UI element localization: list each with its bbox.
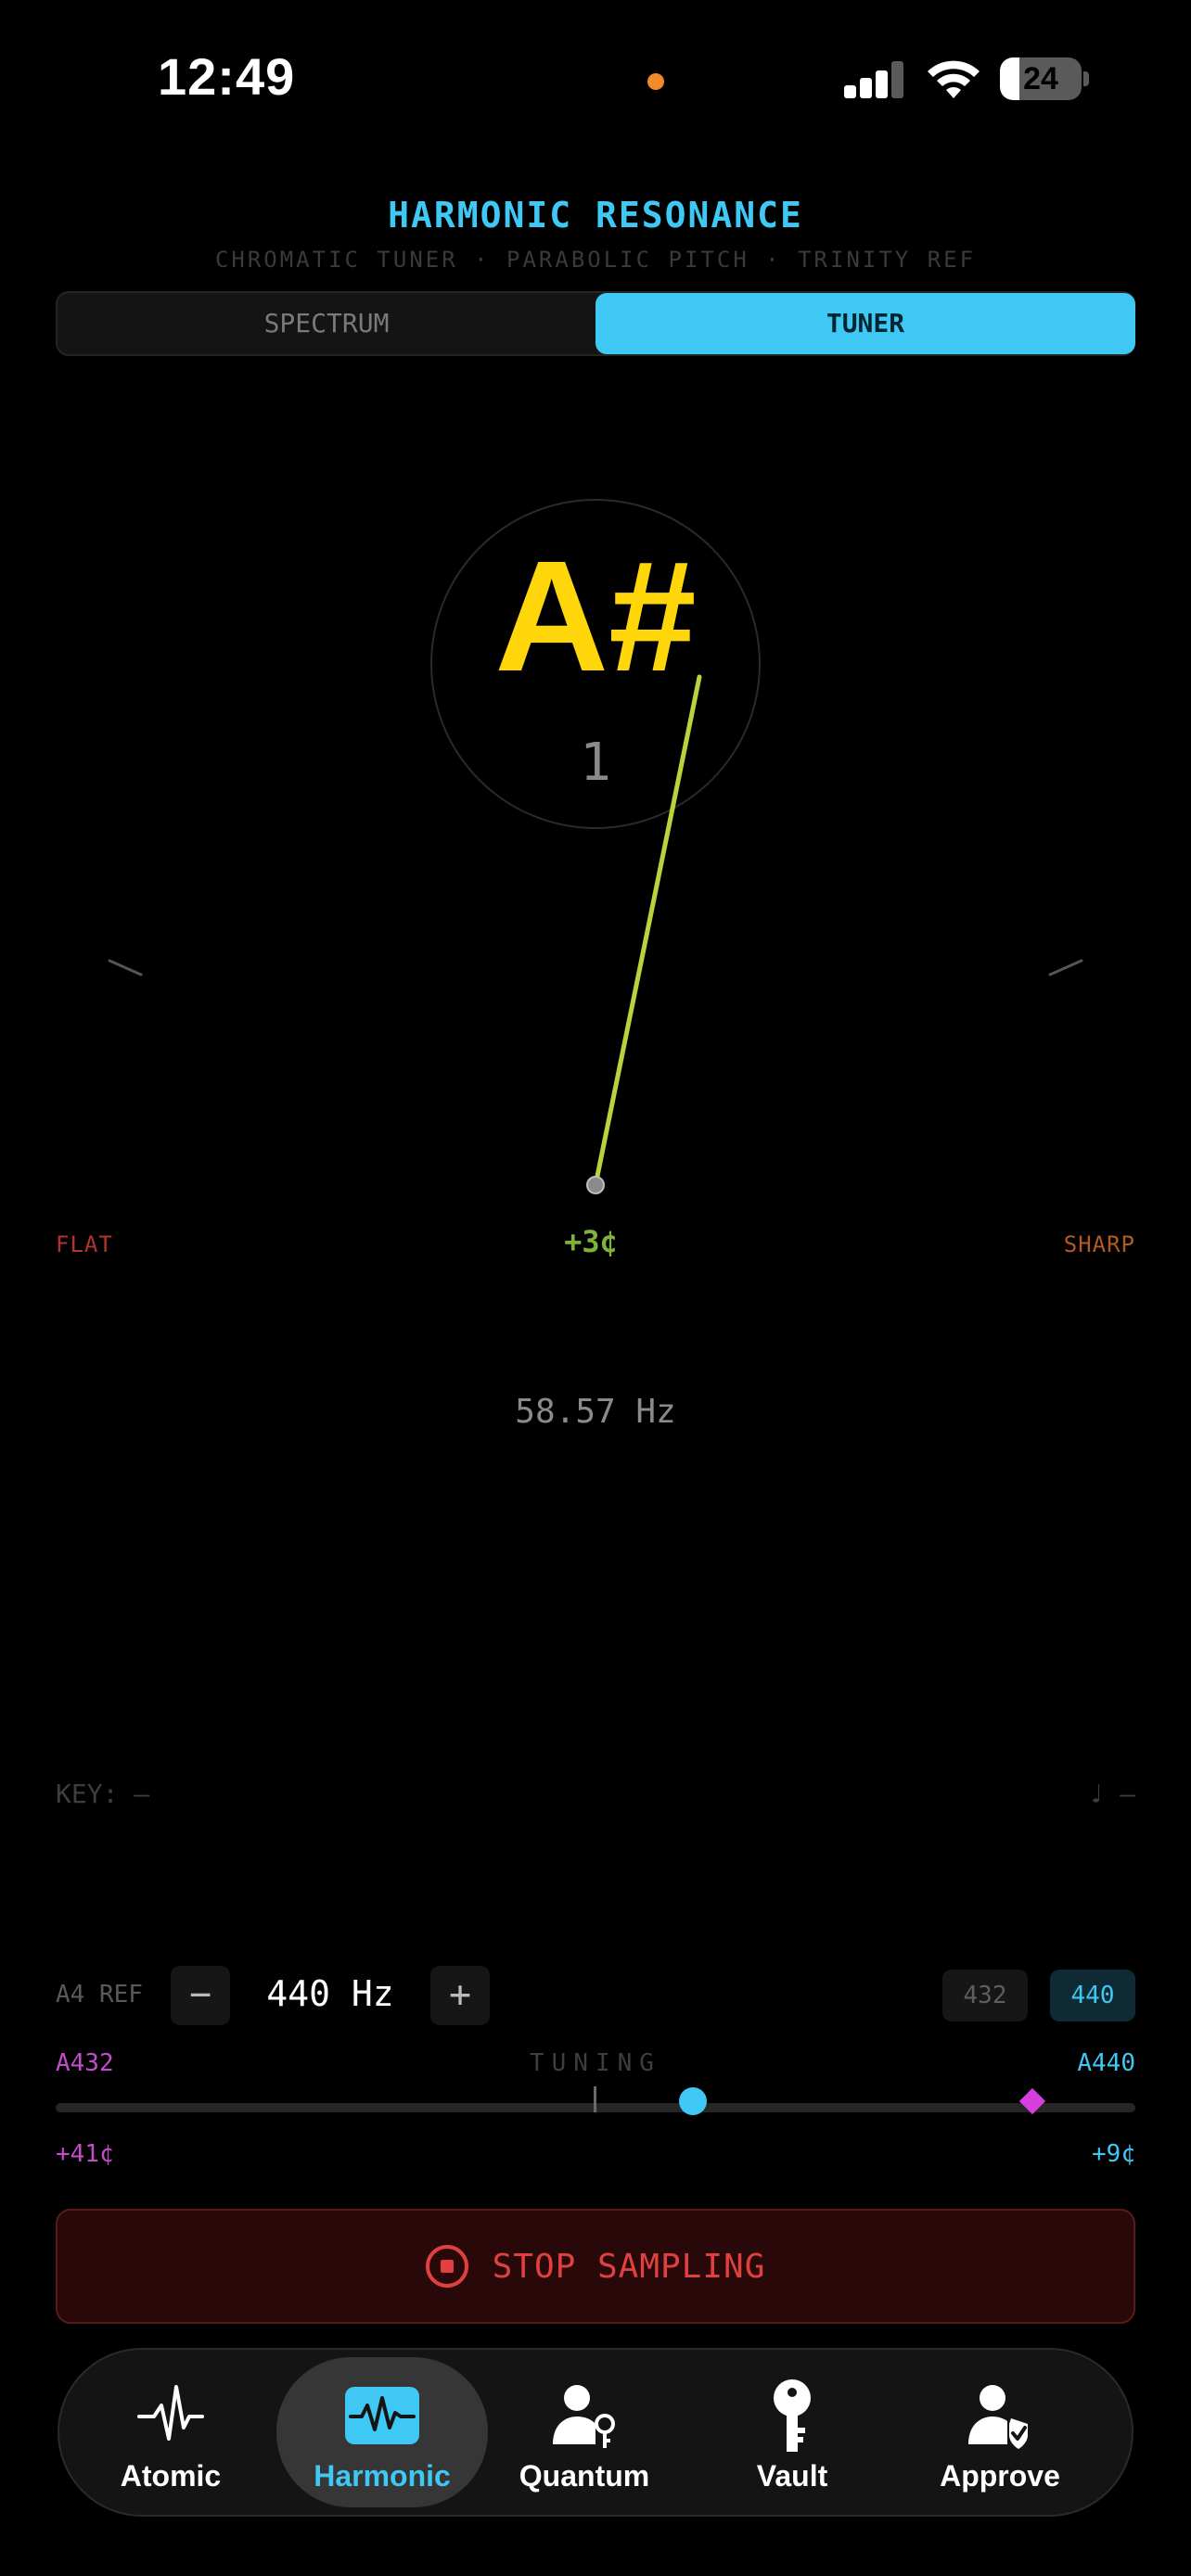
a4-ref-label: A4 REF: [56, 1981, 143, 2009]
tuning-center-tick: [594, 2086, 596, 2112]
stop-sampling-button[interactable]: STOP SAMPLING: [56, 2209, 1135, 2324]
flat-label: FLAT: [56, 1231, 113, 1257]
needle-pivot: [586, 1176, 605, 1194]
bottom-tab-bar: Atomic Harmonic Quantum Vault Approve: [58, 2348, 1133, 2517]
increase-ref-button[interactable]: +: [430, 1966, 490, 2025]
key-icon: [774, 2379, 811, 2452]
tab-approve[interactable]: Approve: [894, 2357, 1106, 2507]
a440-cents: +9¢: [1092, 2140, 1135, 2168]
tab-atomic[interactable]: Atomic: [65, 2357, 276, 2507]
sharp-label: SHARP: [1063, 1231, 1135, 1257]
tab-vault[interactable]: Vault: [686, 2357, 898, 2507]
tab-quantum-label: Quantum: [519, 2459, 650, 2493]
tuning-label: TUNING: [530, 2049, 661, 2077]
decrease-ref-button[interactable]: −: [171, 1966, 230, 2025]
a440-label: A440: [1077, 2049, 1135, 2077]
stop-icon: [425, 2245, 468, 2288]
tab-vault-label: Vault: [756, 2459, 828, 2493]
tab-quantum[interactable]: Quantum: [479, 2357, 690, 2507]
waveform-icon: [345, 2387, 419, 2444]
stop-sampling-label: STOP SAMPLING: [492, 2247, 766, 2286]
ref-frequency-value: 440 Hz: [266, 1973, 394, 2014]
a440-position-marker: [678, 2087, 707, 2115]
note-detail: ♩ —: [1088, 1779, 1135, 1809]
pulse-icon: [137, 2385, 204, 2441]
tab-harmonic[interactable]: Harmonic: [276, 2357, 488, 2507]
tuner-needle: [593, 674, 702, 1188]
user-check-icon: [968, 2385, 1028, 2449]
flat-scale-mark: [108, 959, 143, 976]
sharp-scale-mark: [1048, 959, 1083, 976]
tab-approve-label: Approve: [940, 2459, 1060, 2493]
preset-440-button[interactable]: 440: [1050, 1970, 1135, 2021]
detected-frequency: 58.57 Hz: [515, 1393, 676, 1431]
a432-cents: +41¢: [56, 2140, 114, 2168]
tuner-gauge: [108, 674, 1083, 1194]
user-key-icon: [553, 2385, 615, 2448]
key-label: KEY: —: [56, 1779, 150, 1809]
tab-atomic-label: Atomic: [120, 2459, 222, 2493]
tab-harmonic-label: Harmonic: [314, 2459, 451, 2493]
preset-432-button[interactable]: 432: [942, 1970, 1028, 2021]
cents-readout: +3¢: [564, 1224, 618, 1259]
